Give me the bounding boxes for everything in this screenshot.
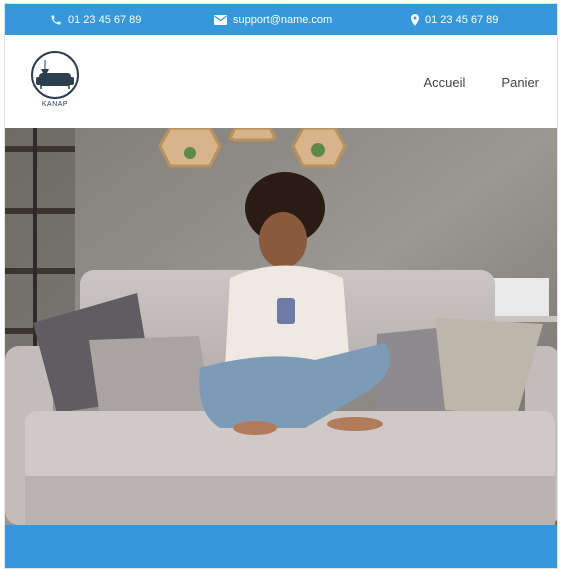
kanap-logo[interactable]: KANAP <box>29 51 81 111</box>
nav-link-panier[interactable]: Panier <box>501 75 539 90</box>
nav-link-accueil[interactable]: Accueil <box>424 75 466 90</box>
main-nav: Accueil Panier <box>424 75 540 90</box>
email-address: support@name.com <box>233 13 333 26</box>
contact-bar: 01 23 45 67 89 support@name.com 01 23 45… <box>5 4 557 35</box>
email-contact[interactable]: support@name.com <box>214 14 332 26</box>
phone-contact-right[interactable]: 01 23 45 67 89 <box>411 13 499 26</box>
logo-text: KANAP <box>41 101 69 108</box>
page-frame: 01 23 45 67 89 support@name.com 01 23 45… <box>4 3 558 569</box>
phone-number-right: 01 23 45 67 89 <box>425 13 499 26</box>
sofa-logo-icon <box>31 51 79 99</box>
hero-photo <box>5 128 557 525</box>
phone-number-left: 01 23 45 67 89 <box>68 13 142 26</box>
phone-contact-left[interactable]: 01 23 45 67 89 <box>50 14 141 26</box>
hero-banner-image <box>5 128 557 525</box>
site-header: KANAP Accueil Panier <box>5 35 557 129</box>
bottom-bar <box>5 525 557 568</box>
envelope-icon <box>214 14 227 25</box>
phone-icon <box>51 15 61 24</box>
map-pin-icon <box>411 13 419 26</box>
